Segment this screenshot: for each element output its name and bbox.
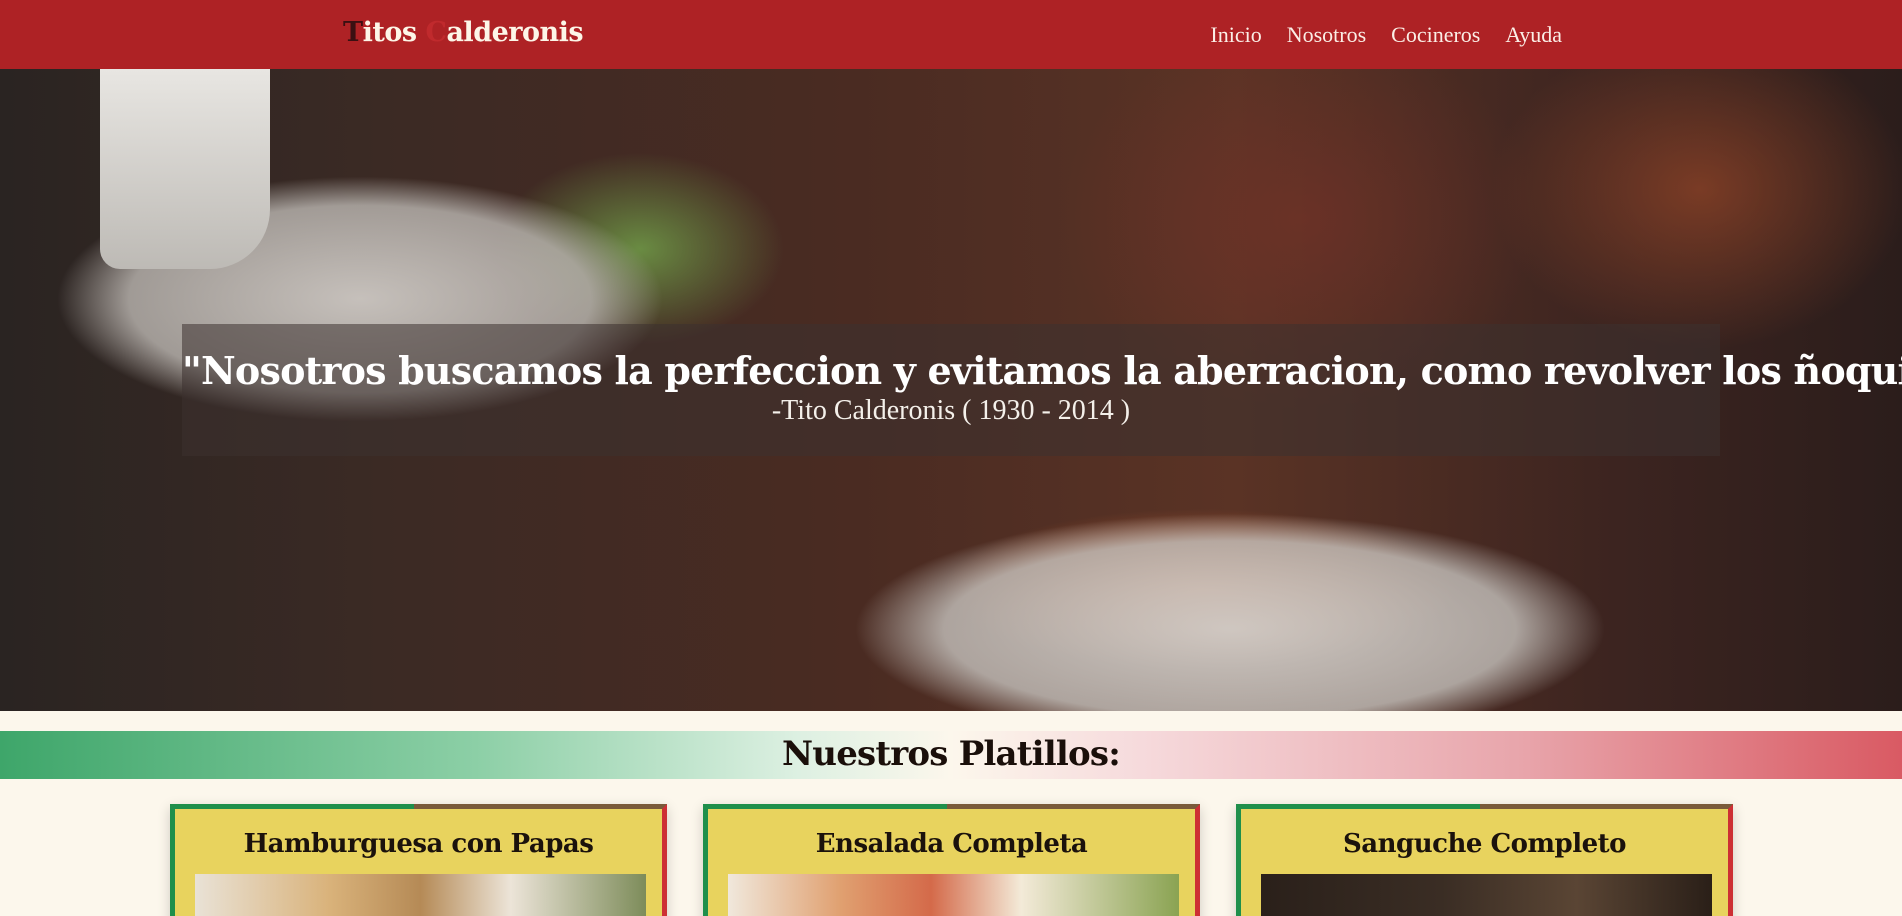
dish-card-title: Sanguche Completo [1343,829,1626,859]
nav-menu: Inicio Nosotros Cocineros Ayuda [1210,22,1562,48]
brand-second-initial: C [425,17,447,48]
section-title: Nuestros Platillos: [782,734,1121,774]
nav-link-ayuda[interactable]: Ayuda [1505,22,1562,48]
brand-first-rest: itos [362,17,426,48]
hero-banner: "Nosotros buscamos la perfeccion y evita… [0,69,1902,711]
brand-logo[interactable]: Titos Calderonis [343,17,584,48]
dish-image [728,874,1179,916]
navbar: Titos Calderonis Inicio Nosotros Cociner… [0,0,1902,69]
nav-link-nosotros[interactable]: Nosotros [1287,22,1366,48]
dish-card-title: Hamburguesa con Papas [243,829,594,859]
dish-card-title: Ensalada Completa [815,829,1088,859]
dish-card-hamburguesa[interactable]: Hamburguesa con Papas [170,804,667,916]
nav-link-cocineros[interactable]: Cocineros [1391,22,1480,48]
nav-link-inicio[interactable]: Inicio [1210,22,1261,48]
brand-second-rest: alderonis [446,17,584,48]
dish-card-ensalada[interactable]: Ensalada Completa [703,804,1200,916]
dish-image [1261,874,1712,916]
hero-quote: "Nosotros buscamos la perfeccion y evita… [182,348,1902,393]
brand-first-initial: T [343,17,363,48]
hero-photo-waiter [100,69,270,269]
dish-card-sanguche[interactable]: Sanguche Completo [1236,804,1733,916]
hero-quote-author: -Tito Calderonis ( 1930 - 2014 ) [771,395,1131,426]
hero-quote-box: "Nosotros buscamos la perfeccion y evita… [182,324,1902,456]
dish-image [195,874,646,916]
